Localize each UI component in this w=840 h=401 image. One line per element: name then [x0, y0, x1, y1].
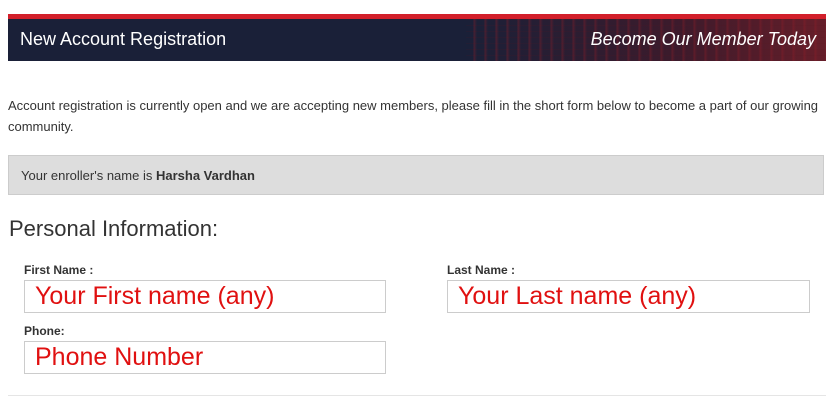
- section-heading-personal-info: Personal Information:: [9, 216, 219, 241]
- enroller-prefix: Your enroller's name is: [21, 168, 156, 183]
- last-name-input[interactable]: [447, 280, 810, 313]
- first-name-input[interactable]: [24, 280, 386, 313]
- registration-page: New Account Registration Become Our Memb…: [0, 0, 840, 401]
- page-title: New Account Registration: [20, 29, 227, 49]
- phone-input[interactable]: [24, 341, 386, 374]
- section-divider: [8, 395, 826, 396]
- enroller-name: Harsha Vardhan: [155, 168, 255, 183]
- intro-text: Account registration is currently open a…: [8, 98, 819, 134]
- page-tagline: Become Our Member Today: [590, 29, 816, 49]
- phone-label: Phone:: [24, 324, 65, 338]
- first-name-label: First Name :: [24, 263, 94, 277]
- enroller-info-box: Your enroller's name is Harsha Vardhan: [8, 155, 824, 195]
- header-banner: New Account Registration Become Our Memb…: [8, 14, 826, 61]
- enroller-text: Your enroller's name is Harsha Vardhan: [21, 168, 255, 183]
- last-name-label: Last Name :: [447, 263, 516, 277]
